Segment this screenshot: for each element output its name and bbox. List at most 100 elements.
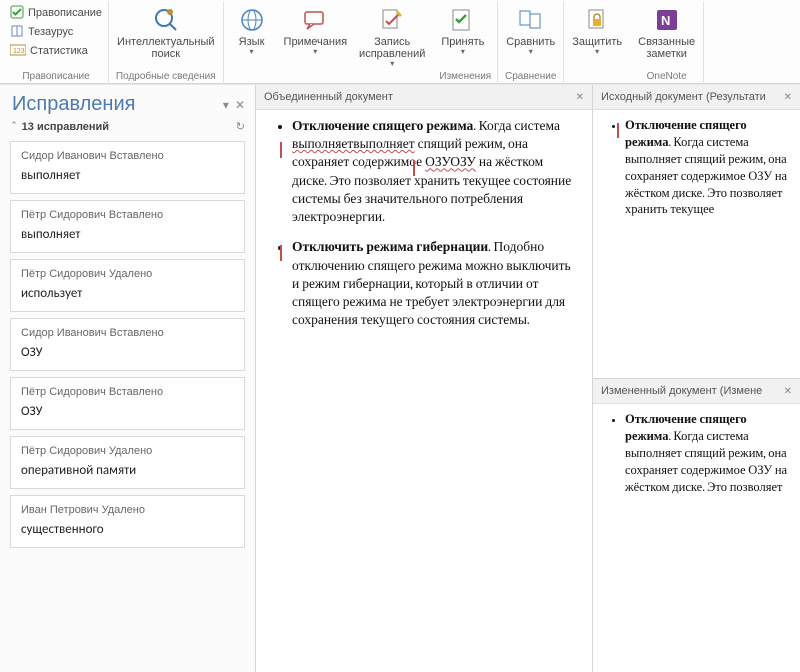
revision-meta: Пётр Сидорович Вставлено — [21, 209, 234, 221]
document-body[interactable]: Отключение спящего режима. Когда система… — [593, 110, 800, 378]
pane-header: Измененный документ (Измене ✕ — [593, 379, 800, 404]
list-item: Отключение спящего режима. Когда система… — [292, 118, 580, 227]
revisions-title-bar: Исправления ▾ ✕ — [0, 85, 255, 118]
list-item: Отключение спящего режима. Когда система… — [625, 118, 788, 219]
right-column: Исходный документ (Результати ✕ Отключен… — [592, 85, 800, 672]
magnifier-icon — [152, 6, 180, 34]
revisions-pane: Исправления ▾ ✕ 13 исправлений ↻ Сидор И… — [0, 85, 256, 672]
chevron-down-icon: ▾ — [250, 48, 254, 57]
revision-card[interactable]: Сидор Иванович Вставлено ОЗУ — [10, 318, 245, 371]
revision-meta: Иван Петрович Удалено — [21, 504, 234, 516]
lock-icon — [583, 6, 611, 34]
stats-button[interactable]: 123 Статистика — [10, 42, 102, 60]
svg-text:123: 123 — [13, 48, 25, 55]
refresh-icon[interactable]: ↻ — [236, 120, 245, 133]
revision-card[interactable]: Пётр Сидорович Удалено оперативной памяти — [10, 436, 245, 489]
collapse-icon[interactable] — [12, 121, 16, 133]
onenote-icon: N — [653, 6, 681, 34]
book-icon — [10, 24, 24, 41]
document-body[interactable]: Отключение спящего режима. Когда система… — [593, 404, 800, 672]
revision-card[interactable]: Пётр Сидорович Удаленоиспользует — [10, 259, 245, 312]
label: Связанные заметки — [638, 36, 695, 60]
group-changes: Принять ▾ Изменения — [433, 2, 498, 84]
svg-text:N: N — [661, 13, 670, 28]
group-label: Сравнение — [504, 71, 557, 84]
revision-card[interactable]: Пётр Сидорович Вставлено ОЗУ — [10, 377, 245, 430]
globe-icon — [238, 6, 266, 34]
spelling-error[interactable]: ОЗУОЗУ — [425, 155, 476, 170]
revision-text: выполняет — [21, 168, 234, 183]
revision-meta: Сидор Иванович Вставлено — [21, 150, 234, 162]
comments-button[interactable]: Примечания ▾ — [282, 4, 350, 57]
group-language: Язык ▾ Примечания ▾ Запись исправлений ▾ — [224, 2, 434, 84]
group-label: Подробные сведения — [115, 71, 216, 84]
group-label — [570, 71, 624, 84]
chevron-down-icon: ▾ — [390, 60, 394, 69]
revision-card[interactable]: Сидор Иванович Вставлено выполняет — [10, 141, 245, 194]
onenote-button[interactable]: N Связанные заметки — [636, 4, 697, 60]
compare-button[interactable]: Сравнить ▾ — [504, 4, 557, 57]
close-icon[interactable]: ✕ — [576, 92, 584, 103]
comment-icon — [301, 6, 329, 34]
close-icon[interactable]: ✕ — [235, 98, 245, 112]
label: Интеллектуальный поиск — [117, 36, 214, 60]
revision-meta: Пётр Сидорович Удалено — [21, 445, 234, 457]
pane-title: Объединенный документ — [264, 91, 570, 103]
bullet-title: Отключить режима гибернации — [292, 240, 488, 255]
group-insights: Интеллектуальный поиск Подробные сведени… — [109, 2, 223, 84]
counter-icon: 123 — [10, 44, 26, 59]
label: Правописание — [28, 7, 102, 19]
list-item: Отключить режима гибернации. Подобно отк… — [292, 239, 580, 330]
protect-button[interactable]: Защитить ▾ — [570, 4, 624, 57]
revision-text: ОЗУ — [21, 345, 234, 360]
revisions-count-row: 13 исправлений ↻ — [0, 118, 255, 141]
revisions-count: 13 исправлений — [22, 121, 109, 133]
group-protect: Защитить ▾ — [564, 2, 630, 84]
pane-title: Измененный документ (Измене — [601, 385, 778, 397]
close-icon[interactable]: ✕ — [784, 92, 792, 103]
group-onenote: N Связанные заметки OneNote — [630, 2, 704, 84]
main-area: Исправления ▾ ✕ 13 исправлений ↻ Сидор И… — [0, 84, 800, 672]
pane-title: Исходный документ (Результати — [601, 91, 778, 103]
revision-text: оперативной памяти — [21, 463, 234, 478]
spelling-error[interactable]: выполняетвыполняет — [292, 137, 415, 152]
group-label — [230, 71, 428, 84]
source-document-pane: Исходный документ (Результати ✕ Отключен… — [593, 85, 800, 378]
language-button[interactable]: Язык ▾ — [230, 4, 274, 57]
group-label: Изменения — [439, 71, 491, 84]
label: Статистика — [30, 45, 88, 57]
track-changes-button[interactable]: Запись исправлений ▾ — [357, 4, 427, 69]
ribbon: Правописание Тезаурус 123 Статистика Пра… — [0, 0, 800, 84]
compare-icon — [517, 6, 545, 34]
track-icon — [378, 6, 406, 34]
document-body[interactable]: Отключение спящего режима. Когда система… — [256, 110, 592, 672]
label: Тезаурус — [28, 26, 73, 38]
options-menu-icon[interactable]: ▾ — [223, 98, 229, 112]
revision-meta: Сидор Иванович Вставлено — [21, 327, 234, 339]
smart-lookup-button[interactable]: Интеллектуальный поиск — [115, 4, 216, 60]
chevron-down-icon: ▾ — [595, 48, 599, 57]
revision-text: выполняет — [21, 227, 234, 242]
thesaurus-button[interactable]: Тезаурус — [10, 23, 102, 41]
label: Запись исправлений — [359, 36, 425, 60]
close-icon[interactable]: ✕ — [784, 386, 792, 397]
revision-meta: Пётр Сидорович Вставлено — [21, 386, 234, 398]
revisions-list[interactable]: Сидор Иванович ВставленовыполняетПётр Си… — [0, 141, 255, 672]
bullet-title: Отключение спящего режима — [292, 119, 473, 134]
revision-text: ОЗУ — [21, 404, 234, 419]
pane-header: Объединенный документ ✕ — [256, 85, 592, 110]
list-item: Отключение спящего режима. Когда система… — [625, 412, 788, 496]
check-icon — [10, 5, 24, 22]
group-compare: Сравнить ▾ Сравнение — [498, 2, 564, 84]
revision-text: существенного — [21, 522, 234, 537]
spelling-button[interactable]: Правописание — [10, 4, 102, 22]
accept-button[interactable]: Принять ▾ — [439, 4, 486, 57]
revision-card[interactable]: Иван Петрович Удалено существенного — [10, 495, 245, 548]
accept-icon — [449, 6, 477, 34]
chevron-down-icon: ▾ — [313, 48, 317, 57]
chevron-down-icon: ▾ — [461, 48, 465, 57]
pane-header: Исходный документ (Результати ✕ — [593, 85, 800, 110]
revision-card[interactable]: Пётр Сидорович Вставлено выполняет — [10, 200, 245, 253]
revision-meta: Пётр Сидорович Удалено — [21, 268, 234, 280]
chevron-down-icon: ▾ — [529, 48, 533, 57]
